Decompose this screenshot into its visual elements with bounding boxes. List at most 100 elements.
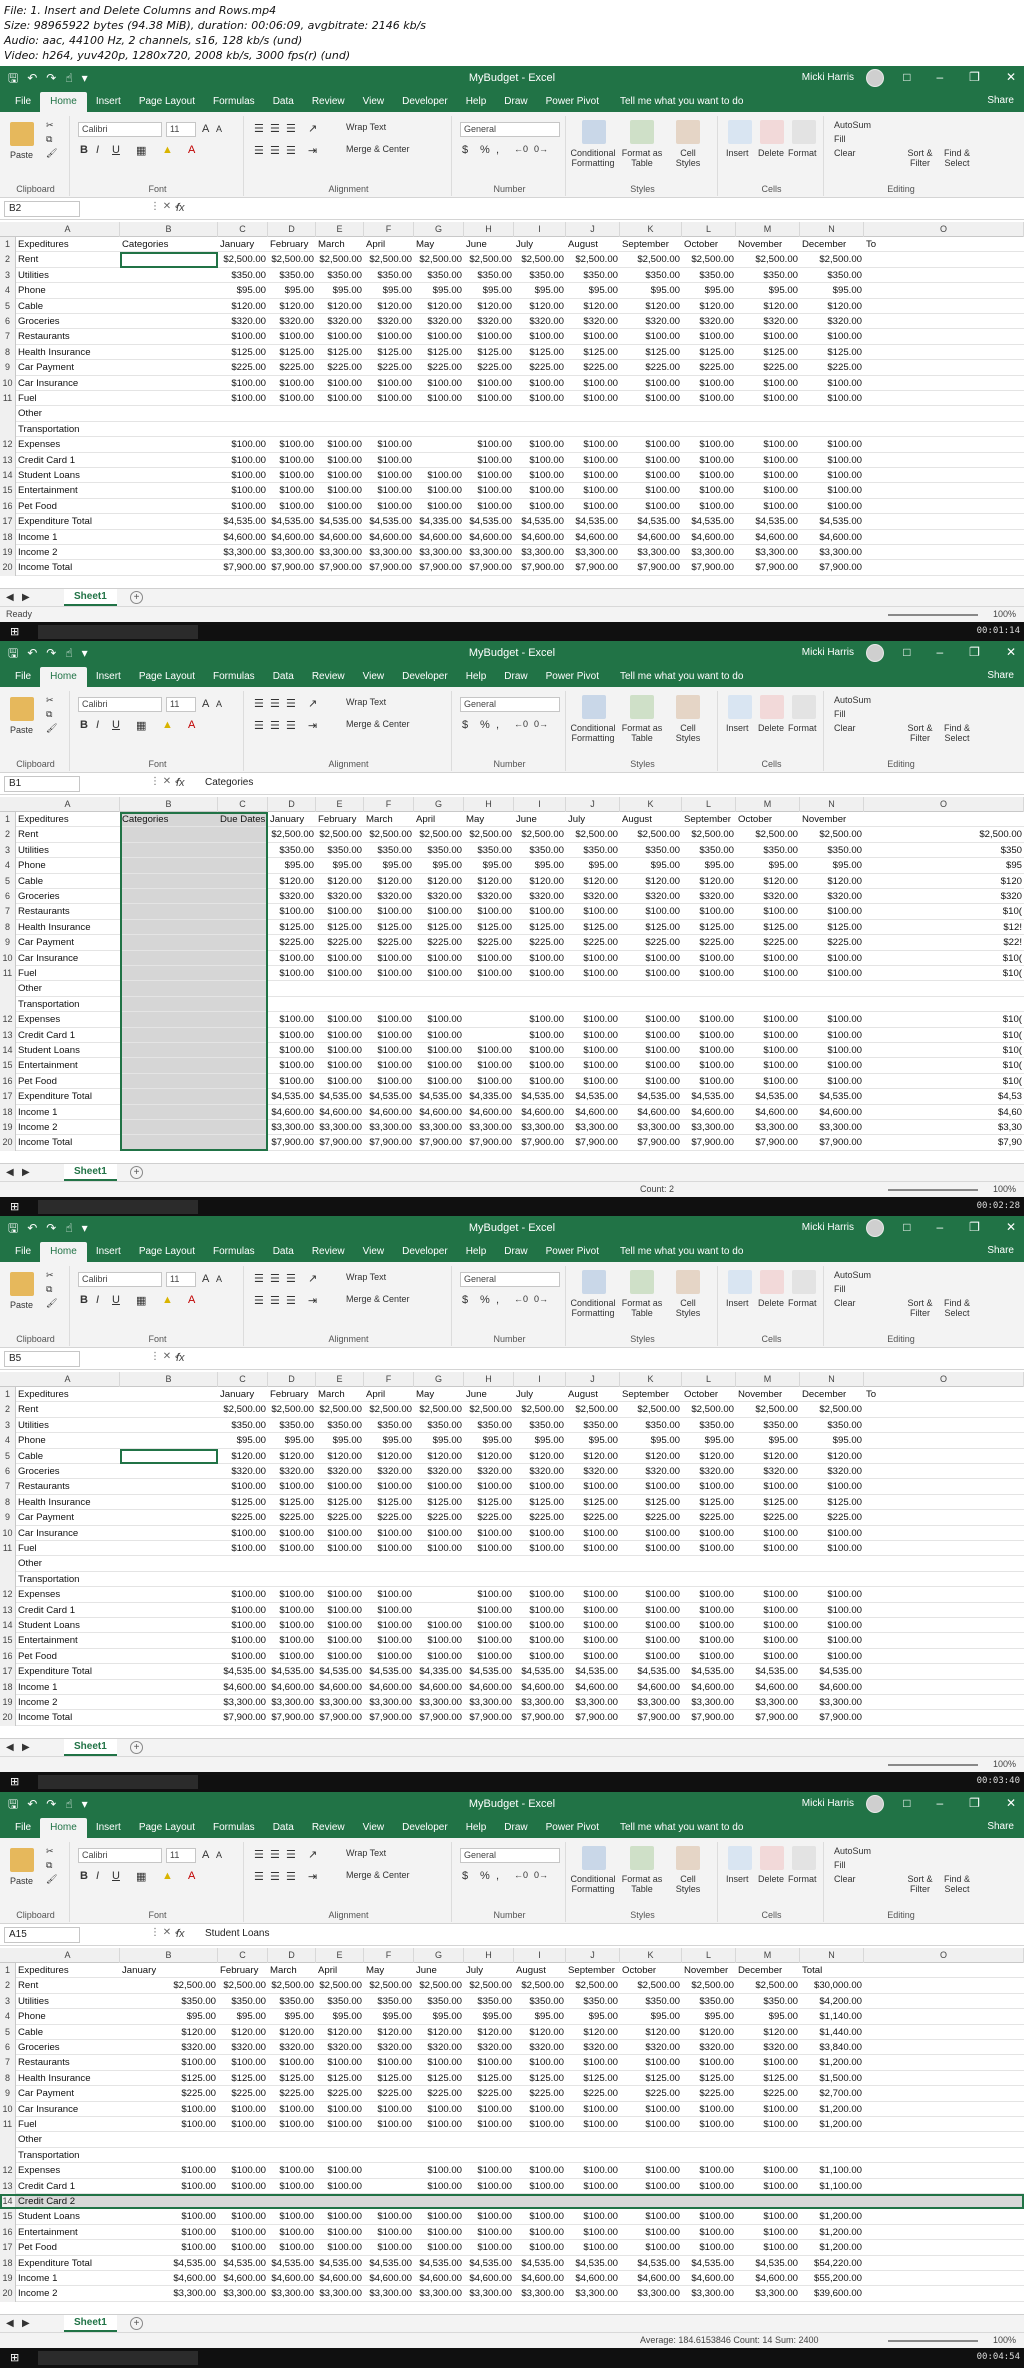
zoom-level[interactable]: 100% (993, 2335, 1016, 2345)
value-cell[interactable]: $320.00 (682, 889, 736, 904)
label-cell[interactable]: Credit Card 1 (16, 1603, 160, 1618)
value-cell[interactable]: $2,500.00 (620, 1978, 682, 1993)
value-cell[interactable]: $7,900.00 (620, 1135, 682, 1150)
value-cell[interactable] (620, 2148, 682, 2163)
value-cell[interactable]: $225.00 (120, 2086, 218, 2101)
value-cell[interactable]: $100.00 (268, 499, 316, 514)
value-cell[interactable]: $100.00 (620, 453, 682, 468)
value-cell[interactable] (620, 2132, 682, 2147)
value-cell[interactable]: $100.00 (218, 1587, 268, 1602)
value-cell[interactable]: $125.00 (800, 920, 864, 935)
value-cell[interactable]: $7,900.00 (316, 1135, 364, 1150)
value-cell[interactable]: $125.00 (620, 2071, 682, 2086)
header-cell[interactable]: Expeditures (16, 812, 120, 827)
merge-center-button[interactable]: Merge & Center (346, 1294, 410, 1304)
value-cell[interactable]: $350.00 (620, 1994, 682, 2009)
value-cell[interactable]: $225.00 (800, 1510, 864, 1525)
sheet-nav-left-icon[interactable]: ◀ (6, 2318, 14, 2329)
value-cell[interactable]: $100.00 (800, 329, 864, 344)
value-cell[interactable]: $100.00 (566, 2225, 620, 2240)
value-cell[interactable]: $1,200.00 (800, 2240, 864, 2255)
header-cell[interactable]: June (464, 237, 514, 252)
delete-cells-icon[interactable] (760, 120, 784, 144)
value-cell[interactable]: $7,900.00 (682, 1135, 736, 1150)
value-cell[interactable]: $100.00 (736, 1649, 800, 1664)
align-center-icon[interactable]: ☰ (270, 1294, 280, 1307)
value-cell[interactable]: $125.00 (736, 345, 800, 360)
row-header[interactable]: 9 (0, 1510, 16, 1526)
value-cell[interactable]: $1,200.00 (800, 2055, 864, 2070)
value-cell[interactable]: $1,100.00 (800, 2163, 864, 2178)
header-cell[interactable]: May (464, 812, 514, 827)
value-cell[interactable]: $100.00 (620, 1028, 682, 1043)
value-cell[interactable] (268, 1556, 316, 1571)
format-painter-icon[interactable]: 🖌 (46, 148, 57, 159)
value-cell[interactable]: $100.00 (316, 2209, 364, 2224)
spreadsheet-grid[interactable]: A B C D E F G H I J K L M N O 1 Expeditures Categories Jan… (0, 222, 1024, 588)
value-cell[interactable]: $12! (864, 920, 1024, 935)
value-cell[interactable]: $100.00 (620, 2225, 682, 2240)
value-cell[interactable]: $100.00 (800, 437, 864, 452)
value-cell[interactable]: $120.00 (464, 299, 514, 314)
value-cell[interactable]: $4,535.00 (464, 514, 514, 529)
value-cell[interactable]: $2,500.00 (514, 252, 566, 267)
value-cell[interactable]: $100.00 (316, 329, 364, 344)
value-cell[interactable]: $100.00 (464, 951, 514, 966)
value-cell[interactable]: $100.00 (414, 391, 464, 406)
value-cell[interactable]: $2,500.00 (218, 252, 268, 267)
value-cell[interactable]: $120.00 (364, 2025, 414, 2040)
value-cell[interactable]: $100.00 (464, 437, 514, 452)
value-cell[interactable]: $100.00 (268, 2102, 316, 2117)
value-cell[interactable]: $225.00 (464, 2086, 514, 2101)
sheet-nav-right-icon[interactable]: ▶ (22, 592, 30, 603)
label-cell[interactable]: Income 1 (16, 530, 160, 545)
value-cell[interactable]: $4,200.00 (800, 1994, 864, 2009)
spreadsheet-grid[interactable]: A B C D E F G H I J K L M N O 1 Expeditures Categories Due… (0, 797, 1024, 1163)
value-cell[interactable]: $100.00 (316, 1028, 364, 1043)
tab-formulas[interactable]: Formulas (204, 671, 264, 687)
column-header[interactable]: E (316, 1948, 364, 1963)
value-cell[interactable]: $3,300.00 (800, 1695, 864, 1710)
value-cell[interactable]: $3,300.00 (364, 1120, 414, 1135)
value-cell[interactable]: $350.00 (736, 1994, 800, 2009)
value-cell[interactable]: $2,500.00 (620, 1402, 682, 1417)
value-cell[interactable]: $320.00 (736, 2040, 800, 2055)
value-cell[interactable]: $100.00 (800, 1541, 864, 1556)
row-header[interactable]: 20 (0, 2286, 16, 2302)
value-cell[interactable]: $4,600.00 (620, 1105, 682, 1120)
value-cell[interactable]: $100.00 (268, 483, 316, 498)
value-cell[interactable]: $100.00 (364, 2209, 414, 2224)
value-cell[interactable]: $350.00 (268, 1994, 316, 2009)
value-cell[interactable]: $100.00 (620, 1043, 682, 1058)
value-cell[interactable]: $320 (864, 889, 1024, 904)
sheet-tab[interactable]: Sheet1 (64, 1739, 117, 1756)
value-cell[interactable]: $100.00 (682, 437, 736, 452)
header-cell[interactable]: August (566, 1387, 620, 1402)
value-cell[interactable]: $120.00 (364, 874, 414, 889)
column-header[interactable]: G (414, 222, 464, 237)
tab-page-layout[interactable]: Page Layout (130, 1822, 204, 1838)
value-cell[interactable]: $100.00 (364, 437, 414, 452)
value-cell[interactable]: $4,600.00 (682, 1680, 736, 1695)
value-cell[interactable]: $320.00 (682, 314, 736, 329)
value-cell[interactable] (800, 981, 864, 996)
value-cell[interactable]: $100.00 (682, 2055, 736, 2070)
value-cell[interactable]: $125.00 (566, 920, 620, 935)
format-painter-icon[interactable]: 🖌 (46, 1298, 57, 1309)
value-cell[interactable] (736, 406, 800, 421)
header-cell[interactable]: October (682, 1387, 736, 1402)
label-cell[interactable]: Utilities (16, 268, 160, 283)
label-cell[interactable]: Fuel (16, 1541, 160, 1556)
value-cell[interactable] (566, 406, 620, 421)
value-cell[interactable]: $4,600.00 (736, 1680, 800, 1695)
value-cell[interactable]: $100.00 (316, 391, 364, 406)
minimize-icon[interactable]: – (936, 645, 943, 659)
value-cell[interactable]: $2,500.00 (736, 252, 800, 267)
row-header[interactable]: 14 (0, 1043, 16, 1059)
value-cell[interactable]: $95.00 (566, 283, 620, 298)
sheet-nav-right-icon[interactable]: ▶ (22, 2318, 30, 2329)
shrink-font-button[interactable]: A (216, 124, 222, 134)
value-cell[interactable]: $100.00 (218, 2209, 268, 2224)
align-middle-icon[interactable]: ☰ (270, 122, 280, 135)
row-header[interactable]: 12 (0, 2163, 16, 2179)
